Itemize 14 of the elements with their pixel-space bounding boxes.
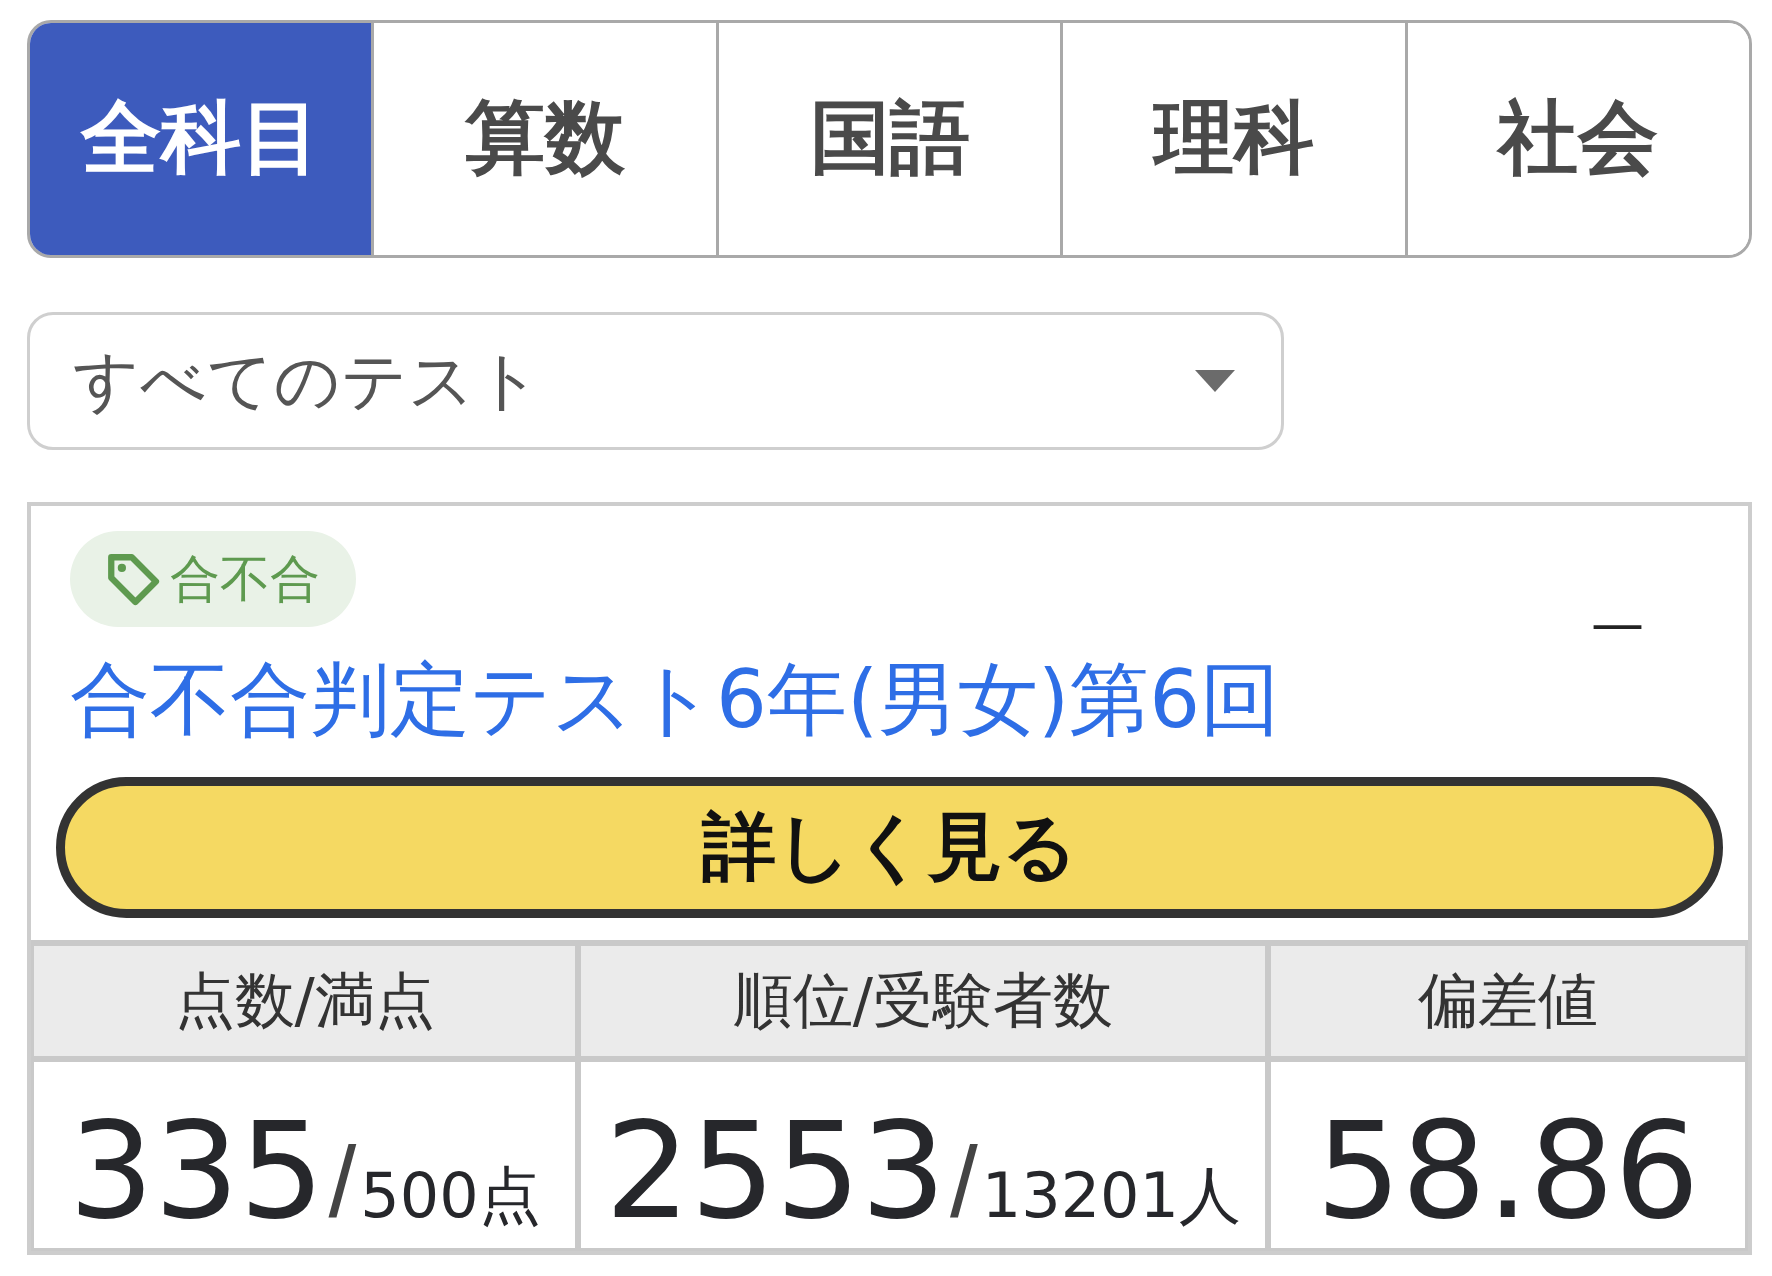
subject-tab[interactable]: 社会 xyxy=(1404,23,1749,255)
table-cell: 58.86 xyxy=(1270,1062,1745,1248)
test-title-link[interactable]: 合不合判定テスト6年(男女)第6回 xyxy=(70,650,1281,750)
subject-tab[interactable]: 全科目 xyxy=(30,23,372,255)
dash-text: — xyxy=(1591,609,1644,639)
caret-icon xyxy=(1195,370,1235,392)
column-header: 順位/受験者数 xyxy=(581,946,1265,1056)
table-cell: 2553/13201人 xyxy=(581,1062,1265,1248)
column-header: 偏差値 xyxy=(1270,946,1745,1056)
table-cell: 335/500点 xyxy=(34,1062,576,1248)
column-header: 点数/満点 xyxy=(34,946,576,1056)
tag-label: 合不合 xyxy=(170,554,320,604)
test-select[interactable]: すべてのテスト xyxy=(27,312,1284,450)
details-button[interactable]: 詳しく見る xyxy=(56,777,1723,918)
